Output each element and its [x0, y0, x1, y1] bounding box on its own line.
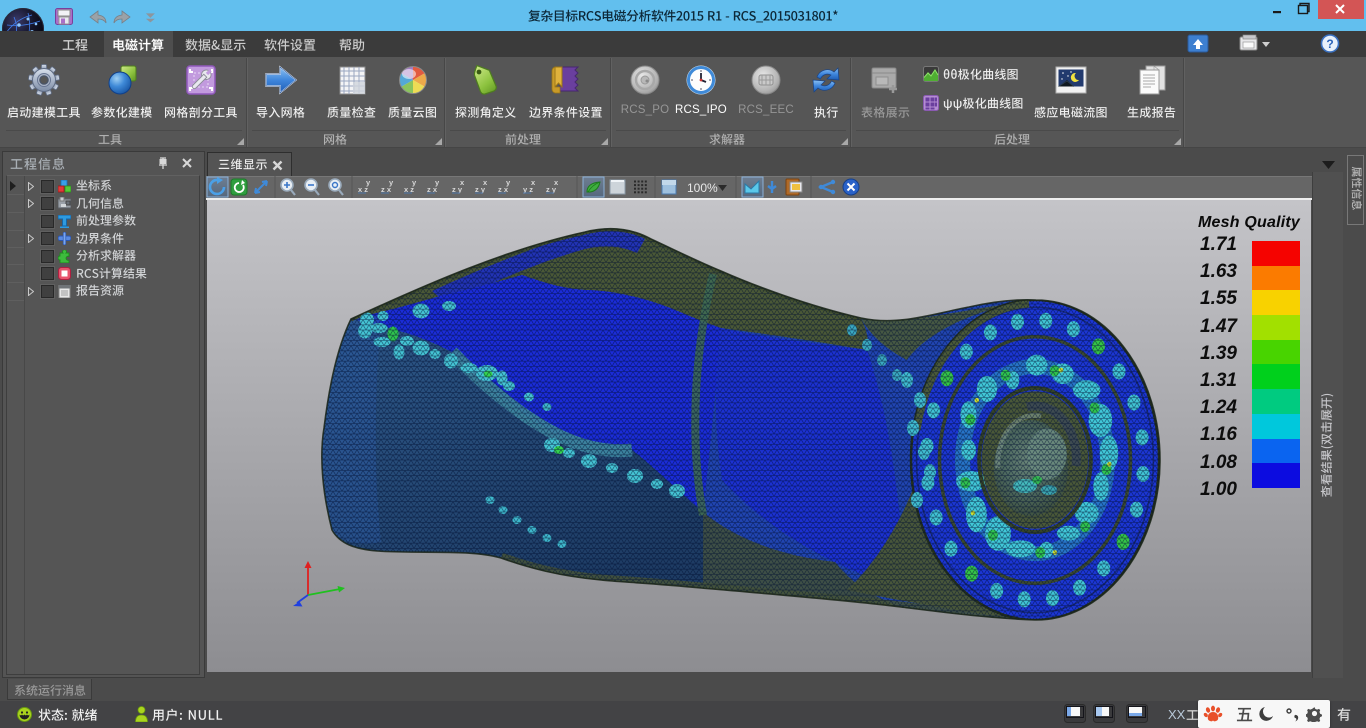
svg-text:?: ?	[1326, 37, 1333, 51]
svg-text:x: x	[554, 178, 559, 187]
svg-text:y: y	[389, 178, 394, 187]
svg-text:y: y	[366, 178, 371, 187]
svg-text:x: x	[531, 178, 536, 187]
svg-text:100%: 100%	[687, 181, 718, 195]
svg-text:y: y	[506, 178, 511, 187]
svg-text:x: x	[460, 178, 465, 187]
svg-text:x: x	[483, 178, 488, 187]
svg-text:y: y	[412, 178, 417, 187]
svg-text:y: y	[435, 178, 440, 187]
